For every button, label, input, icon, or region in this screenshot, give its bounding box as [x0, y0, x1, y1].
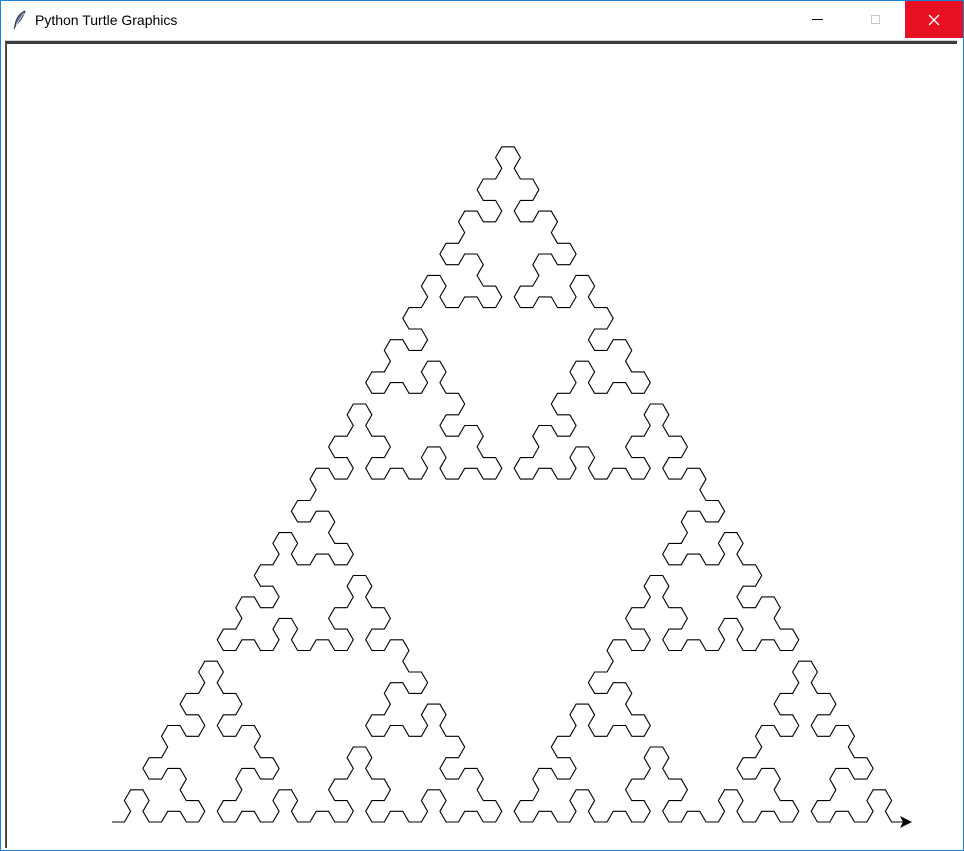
- sierpinski-arrowhead-curve: [112, 146, 904, 823]
- drawing-layer: [112, 146, 912, 828]
